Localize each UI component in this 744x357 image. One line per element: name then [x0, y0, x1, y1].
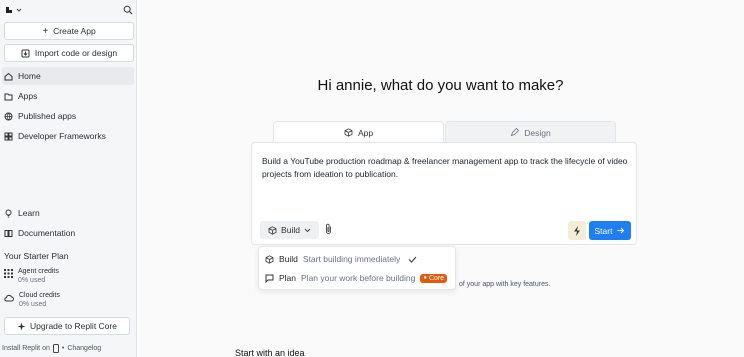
folder-icon	[4, 93, 13, 100]
cloud-credits: Cloud credits 0% used	[4, 291, 60, 309]
sidebar-item-label: Apps	[18, 91, 38, 101]
start-button[interactable]: Start	[589, 221, 631, 240]
agent-credits-label: Agent credits	[18, 268, 59, 275]
create-app-button[interactable]: + Create App	[4, 22, 134, 40]
mode-tabs: App Design	[273, 121, 616, 143]
sidebar-item-label: Developer Frameworks	[18, 131, 106, 141]
tab-app[interactable]: App	[273, 121, 444, 143]
lightbulb-icon	[5, 209, 12, 217]
import-code-label: Import code or design	[34, 48, 118, 58]
sidebar-item-label: Published apps	[18, 111, 77, 121]
dropdown-item-plan[interactable]: Plan Plan your work before building ● Co…	[265, 269, 448, 287]
sidebar: + Create App Import code or design Home …	[0, 0, 137, 357]
tab-app-label: App	[357, 127, 374, 138]
main-area: Hi annie, what do you want to make? App …	[137, 0, 744, 357]
home-icon	[4, 72, 13, 80]
section-title: Start with an idea	[235, 348, 305, 357]
sidebar-item-documentation[interactable]: Documentation	[2, 224, 134, 242]
upgrade-label: Upgrade to Replit Core	[30, 321, 117, 331]
lightning-icon	[574, 225, 580, 236]
agent-credits-usage: 0% used	[18, 277, 46, 284]
plus-icon: +	[42, 25, 49, 37]
checkmark-icon	[408, 256, 417, 263]
sidebar-item-developer-frameworks[interactable]: Developer Frameworks	[2, 127, 134, 145]
frameworks-icon	[4, 132, 13, 140]
arrow-right-icon	[617, 227, 625, 234]
create-app-label: Create App	[53, 26, 96, 36]
book-icon	[4, 229, 13, 237]
phone-icon	[52, 344, 59, 353]
prompt-input[interactable]: Build a YouTube production roadmap & fre…	[262, 155, 630, 181]
chevron-down-icon	[16, 8, 22, 12]
sidebar-item-learn[interactable]: Learn	[2, 204, 134, 222]
learn-label: Learn	[18, 208, 40, 218]
globe-icon	[4, 112, 13, 120]
core-badge-label: Core	[428, 274, 445, 282]
paperclip-icon[interactable]	[324, 223, 333, 235]
plan-title: Your Starter Plan	[4, 251, 69, 261]
cube-icon	[344, 128, 353, 137]
agent-credits: Agent credits 0% used	[4, 267, 59, 285]
sidebar-item-apps[interactable]: Apps	[2, 87, 134, 105]
footer-separator: •	[61, 345, 65, 352]
start-label: Start	[594, 225, 613, 236]
documentation-label: Documentation	[18, 228, 76, 238]
cube-icon	[268, 225, 277, 235]
import-code-button[interactable]: Import code or design	[4, 44, 134, 62]
grid-icon	[4, 269, 13, 278]
cloud-credits-label: Cloud credits	[19, 292, 60, 299]
page-title: Hi annie, what do you want to make?	[317, 77, 564, 94]
sidebar-header	[5, 4, 133, 16]
chevron-down-icon	[304, 228, 311, 233]
tab-design-label: Design	[524, 127, 551, 138]
changelog-link[interactable]: Changelog	[67, 345, 101, 352]
build-mode-button[interactable]: Build	[260, 221, 319, 239]
replit-logo-icon	[6, 6, 12, 13]
dropdown-build-title: Build	[279, 254, 298, 264]
sparkle-icon	[17, 322, 26, 330]
workspace-menu[interactable]	[5, 6, 22, 15]
core-badge-icon: ●	[423, 275, 427, 281]
tab-design[interactable]: Design	[445, 121, 616, 143]
dropdown-plan-title: Plan	[279, 273, 297, 283]
cloud-icon	[4, 294, 14, 302]
pencil-icon	[511, 128, 520, 137]
dropdown-plan-desc: Plan your work before building	[301, 273, 416, 283]
upgrade-button[interactable]: Upgrade to Replit Core	[4, 317, 130, 335]
core-badge: ● Core	[420, 273, 448, 283]
power-mode-button[interactable]	[568, 221, 586, 240]
cube-icon	[265, 254, 274, 264]
import-icon	[21, 49, 30, 57]
build-mode-label: Build	[281, 225, 300, 235]
prompt-card: Build a YouTube production roadmap & fre…	[251, 142, 637, 245]
mode-dropdown: Build Start building immediately Plan Pl…	[258, 246, 456, 290]
sidebar-item-home[interactable]: Home	[2, 67, 134, 85]
install-link[interactable]: Install Replit on	[2, 345, 50, 352]
sidebar-item-label: Home	[18, 71, 41, 81]
cloud-credits-usage: 0% used	[19, 301, 47, 308]
chat-icon	[265, 274, 274, 283]
sidebar-item-published-apps[interactable]: Published apps	[2, 107, 134, 125]
search-icon[interactable]	[123, 5, 133, 15]
dropdown-item-build[interactable]: Build Start building immediately	[265, 250, 417, 268]
sidebar-footer: Install Replit on • Changelog	[2, 344, 101, 353]
hint-text: of your app with key features.	[459, 281, 551, 288]
dropdown-build-desc: Start building immediately	[302, 254, 401, 264]
